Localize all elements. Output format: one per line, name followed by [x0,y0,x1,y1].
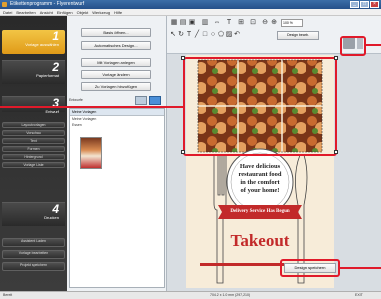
flyer-title: Takeout [230,231,290,250]
highlight-image-area [183,57,337,156]
menu-tools[interactable]: Werkzeug [92,9,110,15]
status-text: Bereit [3,293,13,297]
zoom-out-icon[interactable]: ⊖ [261,19,269,27]
window-controls: _ □ × [350,1,379,8]
step-label: Entwurf [45,109,59,114]
resize-handle[interactable] [181,150,185,154]
pointer-icon[interactable]: ↖ [169,31,177,39]
highlight-toolbar-buttons [340,36,366,56]
chart-icon[interactable]: ▥ [201,19,209,27]
menu-object[interactable]: Objekt [77,9,89,15]
status-mode: EXIT [355,293,363,297]
resize-handle[interactable] [181,56,185,60]
menu-file[interactable]: Datei [3,9,12,15]
cursor-coordinates: 704.2 x 1.0 mm (297,210) [210,293,251,297]
auto-design-button[interactable]: Automatisches Design... [81,41,151,50]
tagline-line: of your home! [240,187,280,194]
resize-handle[interactable] [334,56,338,60]
resize-handle[interactable] [334,150,338,154]
change-template-button[interactable]: Vorlage ändern [81,70,151,79]
title-bar: Etikettenprogramm - Flyerentwurf _ □ × [0,0,381,9]
sidebar-item-layout[interactable]: Layoutvorlagen [2,122,65,128]
maximize-icon[interactable]: □ [360,1,369,8]
menu-help[interactable]: Hilfe [114,9,122,15]
edit-template-button[interactable]: Vorlage bearbeiten [2,250,65,259]
rotate-icon[interactable]: ↻ [177,31,185,39]
menu-bar: Datei Bearbeiten Ansicht Einfügen Objekt… [0,9,381,16]
align-icon[interactable]: ⇔ [213,19,221,27]
window-title: Etikettenprogramm - Flyerentwurf [10,1,85,7]
zoom-in-icon[interactable]: ⊕ [270,19,278,27]
app-icon [2,2,7,7]
polygon-icon[interactable]: ⬠ [217,31,225,39]
step-label: Papierformat [36,73,59,78]
design-edit-button[interactable]: Design bearb. [277,31,319,40]
step-label: Vorlage auswählen [25,42,59,47]
image-tool-icon[interactable]: ▨ [225,31,233,39]
create-from-template-button[interactable]: Mit Vorlagen anlegen [81,58,151,67]
undo-icon[interactable]: ↶ [233,31,241,39]
tagline-line: in the comfort [240,179,280,186]
template-list: Meine Vorlagen Meine Vorlagen Essen [69,108,165,288]
template-thumbnail[interactable] [80,137,102,169]
highlight-save-button [280,259,340,277]
step-3[interactable]: 3 Entwurf [2,96,65,114]
section-label: Entwurfe [69,98,83,102]
rectangle-icon[interactable]: □ [201,31,209,39]
arrange-icon[interactable]: ⊞ [237,19,245,27]
sidebar-item-shapes[interactable]: Formen [2,146,65,152]
zoom-select[interactable]: 100 % [281,19,303,27]
step-number: 2 [52,60,59,74]
status-bar: Bereit 704.2 x 1.0 mm (297,210) EXIT [0,291,381,299]
layer-icon[interactable]: ▤ [179,19,187,27]
list-header: Meine Vorlagen [70,109,164,116]
callout-line-right [366,44,381,46]
line-icon[interactable]: ╱ [193,31,201,39]
image-icon[interactable]: ▣ [188,19,196,27]
list-view-icon[interactable] [135,96,147,105]
flyer-tagline: Have delicious restaurant food in the co… [230,163,290,195]
grid-view-icon[interactable] [149,96,161,105]
menu-edit[interactable]: Bearbeiten [16,9,35,15]
grid-icon[interactable]: ▦ [170,19,178,27]
step-sidebar: 1 Vorlage auswählen 2 Papierformat 3 Ent… [0,16,67,291]
step-2[interactable]: 2 Papierformat [2,60,65,84]
sidebar-item-list[interactable]: Vorlage Liste [2,162,65,168]
menu-insert[interactable]: Einfügen [57,9,73,15]
step-4[interactable]: 4 Drucken [2,202,65,226]
step-number: 1 [52,29,59,43]
sidebar-item-text[interactable]: Text [2,138,65,144]
add-to-templates-button[interactable]: Zu Vorlagen hinzufügen [81,82,151,91]
flyer-banner: Delivery Service Has Begun [230,209,290,214]
callout-line-bottom [340,267,381,269]
ellipse-icon[interactable]: ○ [209,31,217,39]
save-project-button[interactable]: Projekt speichern [2,262,65,271]
step-label: Drucken [44,215,59,220]
step-1[interactable]: 1 Vorlage auswählen [2,30,65,54]
tagline-line: restaurant food [238,171,282,178]
sidebar-item-preview[interactable]: Vorschau [2,130,65,136]
grid-snap-icon[interactable]: ⊡ [249,19,257,27]
list-item[interactable]: Essen [70,122,164,128]
callout-line-left [0,106,183,108]
wizard-button[interactable]: Assistent Laden [2,238,65,247]
sidebar-item-background[interactable]: Hintergrund [2,154,65,160]
minimize-icon[interactable]: _ [350,1,359,8]
text-tool-icon[interactable]: T [185,31,193,39]
menu-view[interactable]: Ansicht [40,9,53,15]
text-icon[interactable]: T [225,19,233,27]
close-icon[interactable]: × [370,1,379,8]
tagline-line: Have delicious [239,163,281,170]
step-number: 4 [52,202,59,216]
task-panel: Basis öffnen... Automatisches Design... … [67,16,167,291]
open-base-button[interactable]: Basis öffnen... [81,28,151,37]
